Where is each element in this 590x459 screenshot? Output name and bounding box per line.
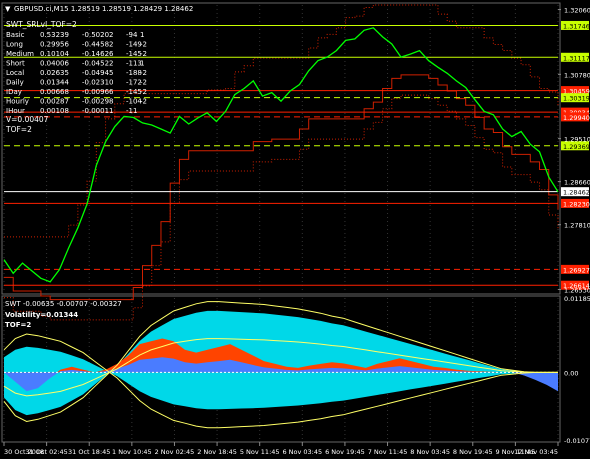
- indicator-name: SWT_SRLvl_TOF=2: [6, 20, 77, 29]
- stat-row-label: Basic: [6, 31, 25, 39]
- y-tick-label: 1.30780: [564, 71, 590, 79]
- y-tick-label: 1.26530: [564, 286, 590, 294]
- stat-cell: -0.00011: [82, 107, 113, 115]
- dropdown-arrow-icon[interactable]: ▼: [5, 5, 11, 13]
- volatility-value: Volatility=0.01344: [5, 311, 78, 319]
- stat-cell: -0.44582: [82, 41, 113, 49]
- stat-cell: 0.53239: [40, 31, 69, 39]
- level-price-label: 1.31746: [563, 22, 590, 30]
- sub-y-tick-label: 0.00: [564, 369, 578, 377]
- y-tick-label: 1.29510: [564, 136, 590, 144]
- level-price-label: 1.26927: [563, 266, 590, 274]
- stat-cell: -0.00298: [82, 98, 113, 106]
- stat-cell: -2: [140, 50, 147, 58]
- sub-header: SWT -0.00635 -0.00707 -0.00327 Volatilit…: [5, 300, 122, 329]
- level-price-label: 1.29940: [563, 114, 590, 122]
- stat-cell: -0.02310: [82, 79, 113, 87]
- level-price-label: 1.30319: [563, 95, 590, 103]
- level-price-label: 1.28462: [563, 189, 590, 197]
- sub-y-tick-label: -0.01077: [564, 437, 590, 445]
- swt-values: SWT -0.00635 -0.00707 -0.00327: [5, 300, 122, 308]
- x-tick-label: 2 Nov 02:45: [155, 448, 195, 456]
- x-tick-label: 8 Nov 03:45: [410, 448, 450, 456]
- stat-cell: 0.01344: [40, 79, 69, 87]
- x-tick-label: 31 Oct 02:45: [25, 448, 67, 456]
- stat-row-label: Daily: [6, 79, 24, 87]
- x-tick-label: 1 Nov 10:45: [112, 448, 152, 456]
- stat-cell: -2: [140, 88, 147, 96]
- oscillator-axis: 0.01185 0.00 -0.01077: [564, 295, 590, 445]
- stat-row-label: Long: [6, 41, 23, 49]
- x-tick-label: 6 Nov 19:45: [325, 448, 365, 456]
- stat-cell: -0.00966: [82, 88, 114, 96]
- stat-cell: 1: [140, 60, 144, 68]
- stat-cell: 0.29956: [40, 41, 69, 49]
- stat-cell: -2: [140, 79, 147, 87]
- stat-row-label: IHour: [6, 107, 25, 115]
- stat-cell: 0.00108: [40, 107, 69, 115]
- x-tick-label: 8 Nov 19:45: [453, 448, 493, 456]
- chart-canvas: 1.317461.311171.304591.303191.300341.299…: [1, 2, 590, 456]
- tof-value: TOF=2: [5, 125, 32, 134]
- level-price-label: 1.28230: [563, 200, 590, 208]
- stat-cell: 0.00287: [40, 98, 69, 106]
- x-tick-label: 6 Nov 03:45: [282, 448, 322, 456]
- stat-cell: -2: [140, 69, 147, 77]
- stat-cell: -0.14626: [82, 50, 114, 58]
- x-tick-label: 2 Nov 18:45: [197, 448, 237, 456]
- level-price-label: 1.31117: [563, 54, 590, 62]
- stat-cell: 0.04006: [40, 60, 69, 68]
- y-tick-label: 1.28660: [564, 179, 590, 187]
- stat-cell: -94: [126, 31, 138, 39]
- stat-cell: -2: [140, 98, 147, 106]
- stat-row-label: Short: [6, 60, 25, 68]
- stat-cell: -0.50202: [82, 31, 113, 39]
- x-tick-label: 5 Nov 11:45: [240, 448, 280, 456]
- x-tick-label: 7 Nov 11:45: [368, 448, 408, 456]
- time-axis: 30 Oct 201831 Oct 02:45 31 Oct 18:45 1 Nov…: [3, 442, 559, 456]
- stat-row-label: Medium: [6, 50, 34, 58]
- x-tick-label: 31 Oct 18:45: [68, 448, 110, 456]
- stat-cell: 0.00668: [40, 88, 69, 96]
- sub-tof-value: TOF=2: [5, 321, 31, 329]
- y-tick-label: 1.27810: [564, 222, 590, 230]
- stat-cell: -0.04522: [82, 60, 113, 68]
- y-tick-label: 1.32060: [564, 7, 590, 15]
- stat-cell: 0.10104: [40, 50, 69, 58]
- stat-cell: -0.04945: [82, 69, 113, 77]
- lower-trail-line-2: [4, 94, 559, 321]
- stat-row-label: Local: [6, 69, 24, 77]
- stat-row-label: IDay: [6, 88, 22, 96]
- sub-y-tick-label: 0.01185: [564, 295, 590, 303]
- stat-cell: -2: [140, 41, 147, 49]
- stats-table: Basic 0.53239 -0.50202 -94 1Long 0.29956 -0.44…: [6, 31, 147, 115]
- v-value: V=0.00407: [6, 115, 49, 124]
- stat-cell: -11: [126, 107, 137, 115]
- x-tick-label: 12 Nov 03:45: [514, 448, 558, 456]
- symbol-quote: GBPUSD.ci,M15 1.28519 1.28519 1.28429 1.…: [14, 5, 193, 13]
- stat-cell: 1: [140, 31, 144, 39]
- level-price-label: 1.29369: [563, 143, 590, 151]
- stat-cell: 0.02635: [40, 69, 69, 77]
- stat-row-label: Hourly: [6, 98, 29, 106]
- swt-oscillator: [3, 301, 558, 429]
